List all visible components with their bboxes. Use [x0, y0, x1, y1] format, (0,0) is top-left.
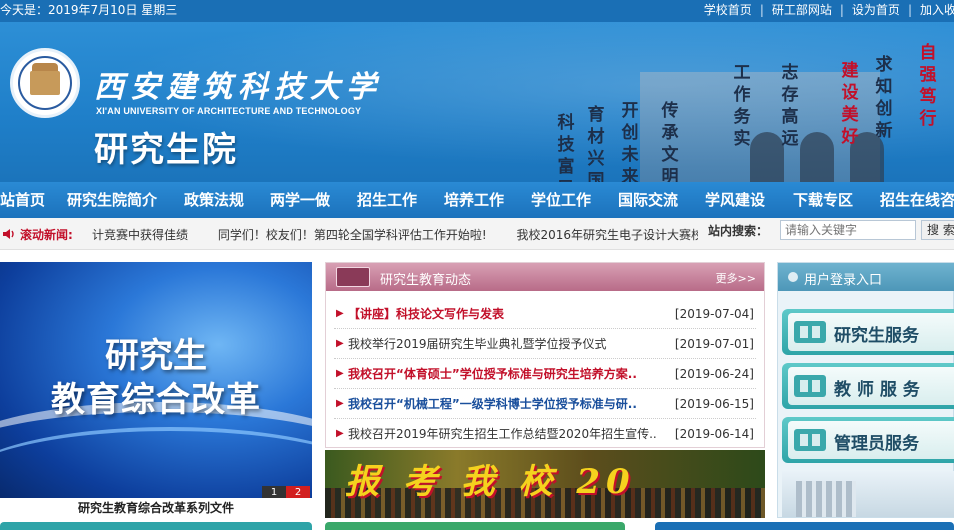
link-school-home[interactable]: 学校首页	[704, 3, 752, 17]
top-links: 学校首页 | 研工部网站 | 设为首页 | 加入收	[704, 0, 954, 20]
news-item-date: [2019-07-01]	[674, 337, 754, 351]
login-panel-header: 用户登录入口	[778, 263, 954, 291]
id-card-icon	[794, 429, 826, 451]
featured-slideshow[interactable]: 研究生 教育综合改革 12	[0, 262, 312, 498]
nav-about[interactable]: 研究生院简介	[67, 182, 157, 218]
calligraphy-column: 育材兴国	[587, 105, 605, 182]
admissions-banner-image[interactable]: 报 考 我 校 20	[325, 450, 765, 518]
arrow-right-icon: ▶	[336, 308, 344, 319]
slide-caption[interactable]: 研究生教育综合改革系列文件	[0, 498, 312, 518]
nav-two-studies[interactable]: 两学一做	[270, 182, 330, 218]
button-label: 研究生服务	[834, 326, 919, 346]
nav-study-style[interactable]: 学风建设	[705, 182, 765, 218]
calligraphy-column: 自强笃行	[919, 43, 937, 129]
nav-admissions[interactable]: 招生工作	[357, 182, 417, 218]
news-item-title[interactable]: 我校召开2019年研究生招生工作总结暨2020年招生宣传..	[348, 419, 666, 449]
nav-degree[interactable]: 学位工作	[531, 182, 591, 218]
news-panel-title: 研究生教育动态	[380, 273, 472, 288]
ticker-item[interactable]: 计竞赛中获得佳绩	[92, 228, 188, 242]
news-item-date: [2019-06-15]	[674, 397, 754, 411]
search-input[interactable]	[780, 220, 916, 240]
news-panel-header: 研究生教育动态 更多>>	[326, 263, 764, 291]
calligraphy-column: 求知创新	[875, 55, 893, 141]
news-item[interactable]: ▶ 我校召开“机械工程”一级学科博士学位授予标准与研.. [2019-06-15…	[334, 389, 756, 419]
news-item[interactable]: ▶ 我校召开“体育硕士”学位授予标准与研究生培养方案.. [2019-06-24…	[334, 359, 756, 389]
slide-page-2[interactable]: 2	[286, 486, 310, 498]
admissions-banner-text: 报 考 我 校 20	[345, 462, 636, 502]
news-item-title[interactable]: 【讲座】科技论文写作与发表	[348, 299, 666, 329]
current-date: 今天是：2019年7月10日 星期三	[0, 3, 178, 17]
news-item-date: [2019-06-24]	[674, 367, 754, 381]
separator: |	[759, 3, 764, 17]
id-card-icon	[794, 375, 826, 397]
building-icon	[336, 267, 370, 287]
arrow-right-icon: ▶	[336, 398, 344, 409]
campus-building-image	[782, 471, 954, 517]
section-headers-below	[0, 522, 954, 530]
search-button[interactable]: 搜 索	[921, 220, 954, 240]
ticker-item[interactable]: 同学们！校友们！第四轮全国学科评估工作开始啦!	[218, 228, 487, 242]
separator: |	[907, 3, 912, 17]
news-item-date: [2019-06-14]	[674, 427, 754, 441]
university-seal-logo[interactable]	[10, 48, 80, 118]
button-label: 教 师 服 务	[834, 380, 920, 400]
login-panel-title: 用户登录入口	[804, 273, 883, 288]
calligraphy-column: 科技富民	[557, 113, 575, 182]
news-item-date: [2019-07-04]	[674, 307, 754, 321]
slide-title-line1: 研究生	[105, 336, 207, 376]
arrow-right-icon: ▶	[336, 338, 344, 349]
link-add-favorite[interactable]: 加入收	[920, 3, 954, 17]
bullet-icon	[788, 272, 798, 282]
slide-title-line2: 教育综合改革	[51, 380, 261, 420]
news-more-link[interactable]: 更多>>	[716, 270, 756, 286]
arrow-right-icon: ▶	[336, 368, 344, 379]
news-item[interactable]: ▶ 【讲座】科技论文写作与发表 [2019-07-04]	[334, 299, 756, 329]
nav-training[interactable]: 培养工作	[444, 182, 504, 218]
calligraphy-column: 工作务实	[733, 63, 751, 149]
search-label: 站内搜索：	[708, 224, 769, 238]
ticker-scroll: 计竞赛中获得佳绩 同学们！校友们！第四轮全国学科评估工作开始啦! 我校2016年…	[92, 226, 698, 244]
main-nav: 站首页 研究生院简介 政策法规 两学一做 招生工作 培养工作 学位工作 国际交流…	[0, 182, 954, 218]
slide-page-1[interactable]: 1	[262, 486, 286, 498]
nav-home[interactable]: 站首页	[0, 182, 45, 218]
speaker-icon	[3, 229, 14, 239]
link-set-homepage[interactable]: 设为首页	[852, 3, 900, 17]
separator: |	[839, 3, 844, 17]
ticker-item[interactable]: 我校2016年研究生电子设计大赛校	[517, 228, 699, 242]
link-graduate-work-site[interactable]: 研工部网站	[772, 3, 832, 17]
arrow-right-icon: ▶	[336, 428, 344, 439]
news-item-title[interactable]: 我校举行2019届研究生毕业典礼暨学位授予仪式	[348, 329, 666, 359]
calligraphy-column: 传承文明	[661, 101, 679, 182]
teacher-service-button[interactable]: 教 师 服 务	[782, 363, 954, 409]
campus-gate-image: 科技富民 育材兴国 开创未来 传承文明 工作务实 志存高远 建设美好 求知创新 …	[558, 42, 954, 182]
header-banner: 西安建筑科技大学 XI'AN UNIVERSITY OF ARCHITECTUR…	[0, 22, 954, 182]
login-panel: 用户登录入口 研究生服务 教 师 服 务 管理员服务	[777, 262, 954, 518]
nav-downloads[interactable]: 下载专区	[793, 182, 853, 218]
nav-online-consult[interactable]: 招生在线咨	[880, 182, 954, 218]
calligraphy-column: 建设美好	[841, 61, 859, 147]
site-title: 研究生院	[94, 130, 238, 170]
university-name-en: XI'AN UNIVERSITY OF ARCHITECTURE AND TEC…	[96, 106, 362, 116]
calligraphy-column: 志存高远	[781, 63, 799, 149]
news-item[interactable]: ▶ 我校召开2019年研究生招生工作总结暨2020年招生宣传.. [2019-0…	[334, 419, 756, 449]
news-panel: 研究生教育动态 更多>> ▶ 【讲座】科技论文写作与发表 [2019-07-04…	[325, 262, 765, 448]
news-item[interactable]: ▶ 我校举行2019届研究生毕业典礼暨学位授予仪式 [2019-07-01]	[334, 329, 756, 359]
news-ticker: 滚动新闻: 计竞赛中获得佳绩 同学们！校友们！第四轮全国学科评估工作开始啦! 我…	[0, 218, 954, 250]
calligraphy-column: 开创未来	[621, 101, 639, 182]
nav-international[interactable]: 国际交流	[618, 182, 678, 218]
top-bar: 今天是：2019年7月10日 星期三 学校首页 | 研工部网站 | 设为首页 | 加入收	[0, 0, 954, 22]
news-item-title[interactable]: 我校召开“体育硕士”学位授予标准与研究生培养方案..	[348, 359, 666, 389]
admin-service-button[interactable]: 管理员服务	[782, 417, 954, 463]
graduate-service-button[interactable]: 研究生服务	[782, 309, 954, 355]
slide-pager: 12	[262, 484, 310, 498]
page: 今天是：2019年7月10日 星期三 学校首页 | 研工部网站 | 设为首页 | 加入收 西…	[0, 0, 954, 530]
nav-policies[interactable]: 政策法规	[184, 182, 244, 218]
button-label: 管理员服务	[834, 434, 919, 454]
id-card-icon	[794, 321, 826, 343]
news-item-title[interactable]: 我校召开“机械工程”一级学科博士学位授予标准与研..	[348, 389, 666, 419]
ticker-label: 滚动新闻:	[20, 228, 73, 242]
university-name-cn: 西安建筑科技大学	[94, 70, 382, 105]
